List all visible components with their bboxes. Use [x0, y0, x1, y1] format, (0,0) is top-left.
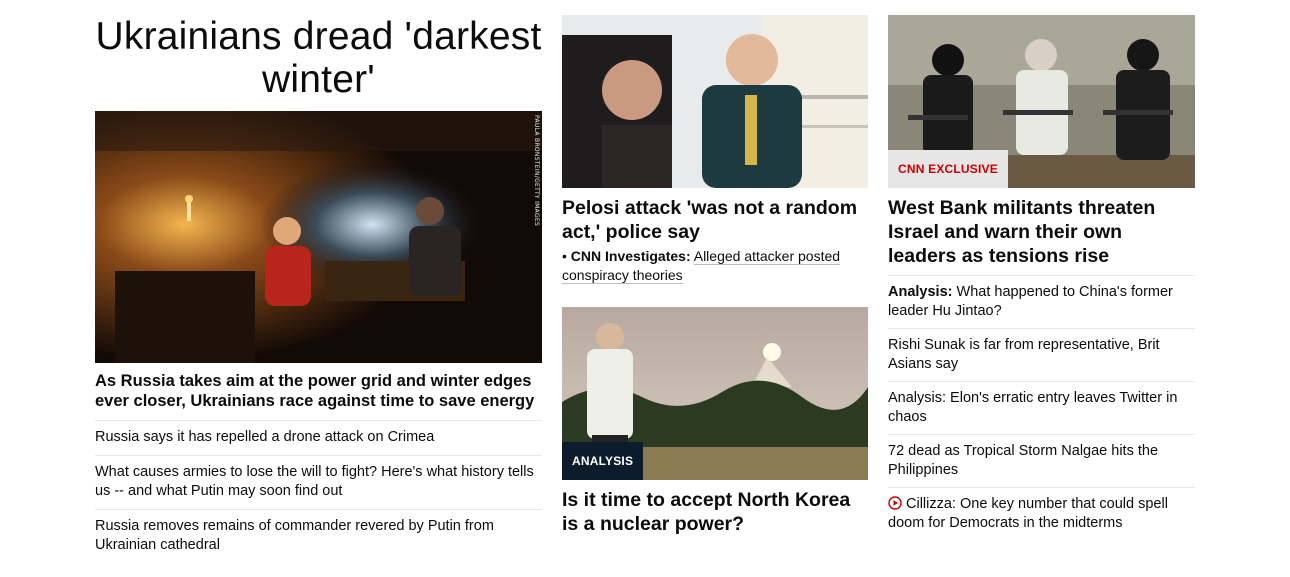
- west-bank-headline[interactable]: West Bank militants threaten Israel and …: [888, 196, 1195, 276]
- right-column: CNN EXCLUSIVE West Bank militants threat…: [888, 0, 1195, 540]
- play-icon: [888, 496, 902, 510]
- pelosi-headline[interactable]: Pelosi attack 'was not a random act,' po…: [562, 196, 868, 244]
- lead-image[interactable]: PAULA BRONSTEIN/GETTY IMAGES: [95, 111, 542, 363]
- item-text: Cillizza: One key number that could spel…: [888, 496, 1168, 531]
- lead-story-column: Ukrainians dread 'darkest winter' PAULA …: [95, 0, 542, 563]
- cnn-exclusive-badge: CNN EXCLUSIVE: [888, 150, 1008, 188]
- analysis-badge: ANALYSIS: [562, 442, 644, 480]
- north-korea-headline[interactable]: Is it time to accept North Korea is a nu…: [562, 488, 868, 536]
- middle-column: Pelosi attack 'was not a random act,' po…: [562, 0, 868, 536]
- list-item[interactable]: Analysis: Elon's erratic entry leaves Tw…: [888, 382, 1195, 435]
- list-item[interactable]: Russia removes remains of commander reve…: [95, 510, 542, 563]
- image-credit: PAULA BRONSTEIN/GETTY IMAGES: [533, 115, 540, 227]
- item-label: Analysis:: [888, 284, 953, 300]
- item-text: 72 dead as Tropical Storm Nalgae hits th…: [888, 443, 1159, 478]
- bullet: •: [562, 248, 567, 264]
- list-item[interactable]: Rishi Sunak is far from representative, …: [888, 329, 1195, 382]
- pelosi-related-link[interactable]: • CNN Investigates: Alleged attacker pos…: [562, 247, 868, 285]
- list-item[interactable]: Russia says it has repelled a drone atta…: [95, 421, 542, 456]
- right-related-list: Analysis: What happened to China's forme…: [888, 276, 1195, 540]
- lead-summary-link[interactable]: As Russia takes aim at the power grid an…: [95, 363, 542, 421]
- list-item[interactable]: What causes armies to lose the will to f…: [95, 456, 542, 510]
- list-item[interactable]: Cillizza: One key number that could spel…: [888, 488, 1195, 540]
- west-bank-story-image[interactable]: CNN EXCLUSIVE: [888, 15, 1195, 188]
- sub-link-label: CNN Investigates:: [570, 248, 691, 264]
- item-text: Rishi Sunak is far from representative, …: [888, 337, 1160, 372]
- north-korea-story-image[interactable]: ANALYSIS: [562, 307, 868, 480]
- item-text: Analysis: Elon's erratic entry leaves Tw…: [888, 390, 1178, 425]
- lead-related-list: Russia says it has repelled a drone atta…: [95, 421, 542, 563]
- pelosi-story-image[interactable]: [562, 15, 868, 188]
- lead-headline[interactable]: Ukrainians dread 'darkest winter': [95, 15, 542, 111]
- list-item[interactable]: Analysis: What happened to China's forme…: [888, 276, 1195, 329]
- list-item[interactable]: 72 dead as Tropical Storm Nalgae hits th…: [888, 435, 1195, 488]
